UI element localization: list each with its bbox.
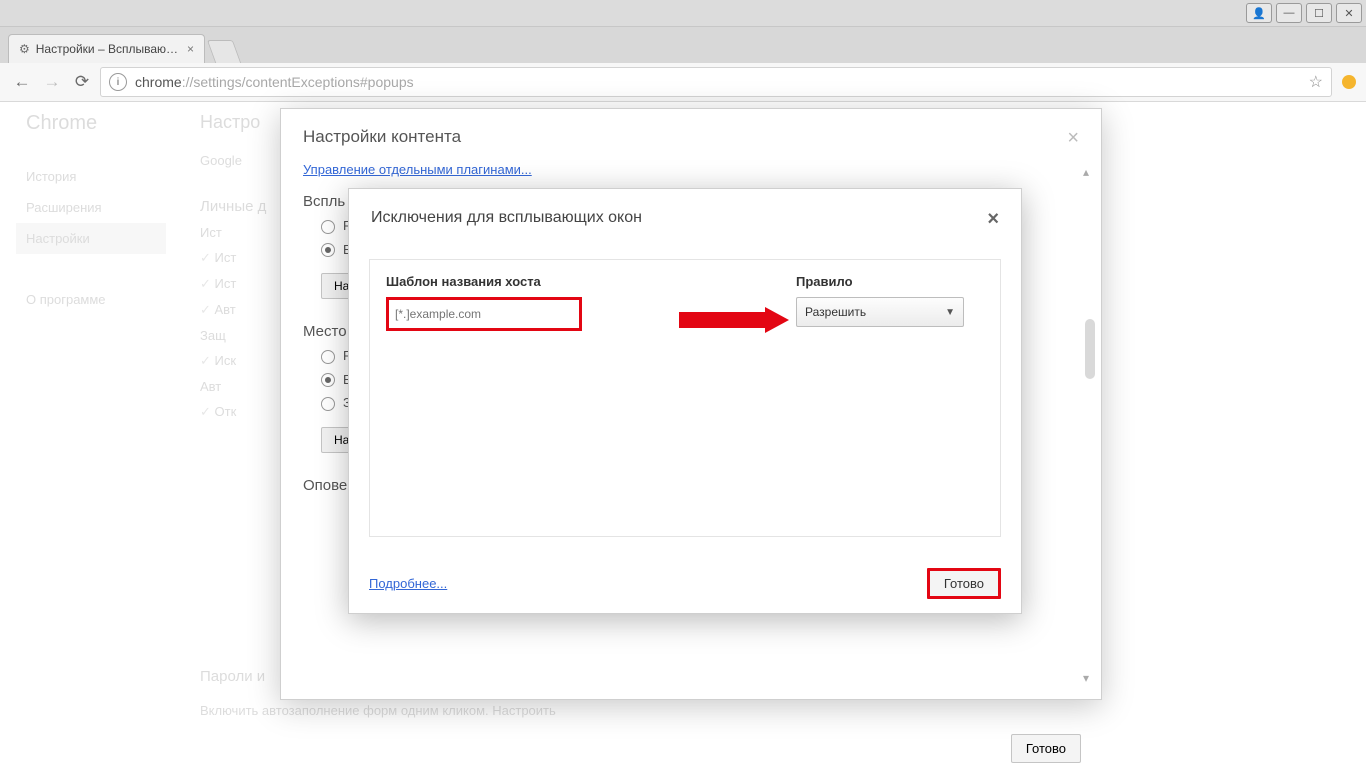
rule-select-value: Разрешить: [805, 305, 866, 319]
scroll-up-icon[interactable]: ▴: [1083, 165, 1097, 179]
new-tab-button[interactable]: [207, 40, 241, 63]
address-bar[interactable]: i chrome://settings/contentExceptions#po…: [100, 67, 1332, 97]
exceptions-table: Шаблон названия хоста Правило Разрешить …: [369, 259, 1001, 537]
host-pattern-input[interactable]: [386, 297, 582, 331]
browser-tab[interactable]: ⚙ Настройки – Всплывающи ×: [8, 34, 205, 63]
scroll-down-icon[interactable]: ▾: [1083, 671, 1097, 685]
settings-sidebar: Chrome История Расширения Настройки О пр…: [26, 112, 166, 315]
site-info-icon[interactable]: i: [109, 73, 127, 91]
close-window-button[interactable]: ✕: [1336, 3, 1362, 23]
window-titlebar: 👤 — ☐ ✕: [0, 0, 1366, 27]
sidebar-item-settings[interactable]: Настройки: [16, 223, 166, 254]
close-icon[interactable]: ×: [987, 209, 999, 229]
close-icon[interactable]: ×: [1067, 127, 1079, 150]
gear-icon: ⚙: [19, 42, 30, 56]
content-settings-done-button[interactable]: Готово: [1011, 734, 1081, 763]
settings-content: Настро Google Личные д Ист Ист Ист Авт З…: [200, 112, 266, 430]
page-title: Настро: [200, 112, 266, 133]
close-tab-icon[interactable]: ×: [187, 42, 194, 56]
sidebar-item-history[interactable]: История: [26, 161, 166, 192]
sidebar-item-extensions[interactable]: Расширения: [26, 192, 166, 223]
bookmark-star-icon[interactable]: ☆: [1309, 72, 1323, 92]
annotation-arrow: [679, 307, 789, 333]
rule-select[interactable]: Разрешить ▼: [796, 297, 964, 327]
rule-column-header: Правило: [796, 274, 984, 289]
popup-exceptions-dialog: Исключения для всплывающих окон × Шаблон…: [348, 188, 1022, 614]
chevron-down-icon: ▼: [945, 307, 955, 318]
maximize-button[interactable]: ☐: [1306, 3, 1332, 23]
sidebar-item-about[interactable]: О программе: [26, 284, 166, 315]
exceptions-title: Исключения для всплывающих окон: [371, 209, 642, 227]
toolbar: ← → ⟳ i chrome://settings/contentExcepti…: [0, 63, 1366, 102]
learn-more-link[interactable]: Подробнее...: [369, 576, 447, 591]
manage-plugins-link[interactable]: Управление отдельными плагинами...: [303, 162, 1079, 177]
content-settings-title: Настройки контента: [303, 127, 461, 150]
user-button[interactable]: 👤: [1246, 3, 1272, 23]
exceptions-done-button[interactable]: Готово: [927, 568, 1001, 599]
scrollbar-thumb[interactable]: [1085, 319, 1095, 379]
url-text: chrome://settings/contentExceptions#popu…: [135, 74, 414, 90]
tab-title: Настройки – Всплывающи: [36, 42, 179, 56]
reload-button[interactable]: ⟳: [70, 70, 94, 94]
minimize-button[interactable]: —: [1276, 3, 1302, 23]
extension-icon[interactable]: [1342, 75, 1356, 89]
forward-button[interactable]: →: [40, 70, 64, 94]
tab-strip: ⚙ Настройки – Всплывающи ×: [0, 27, 1366, 63]
back-button[interactable]: ←: [10, 70, 34, 94]
host-column-header: Шаблон названия хоста: [386, 274, 776, 289]
chrome-brand: Chrome: [26, 112, 166, 135]
